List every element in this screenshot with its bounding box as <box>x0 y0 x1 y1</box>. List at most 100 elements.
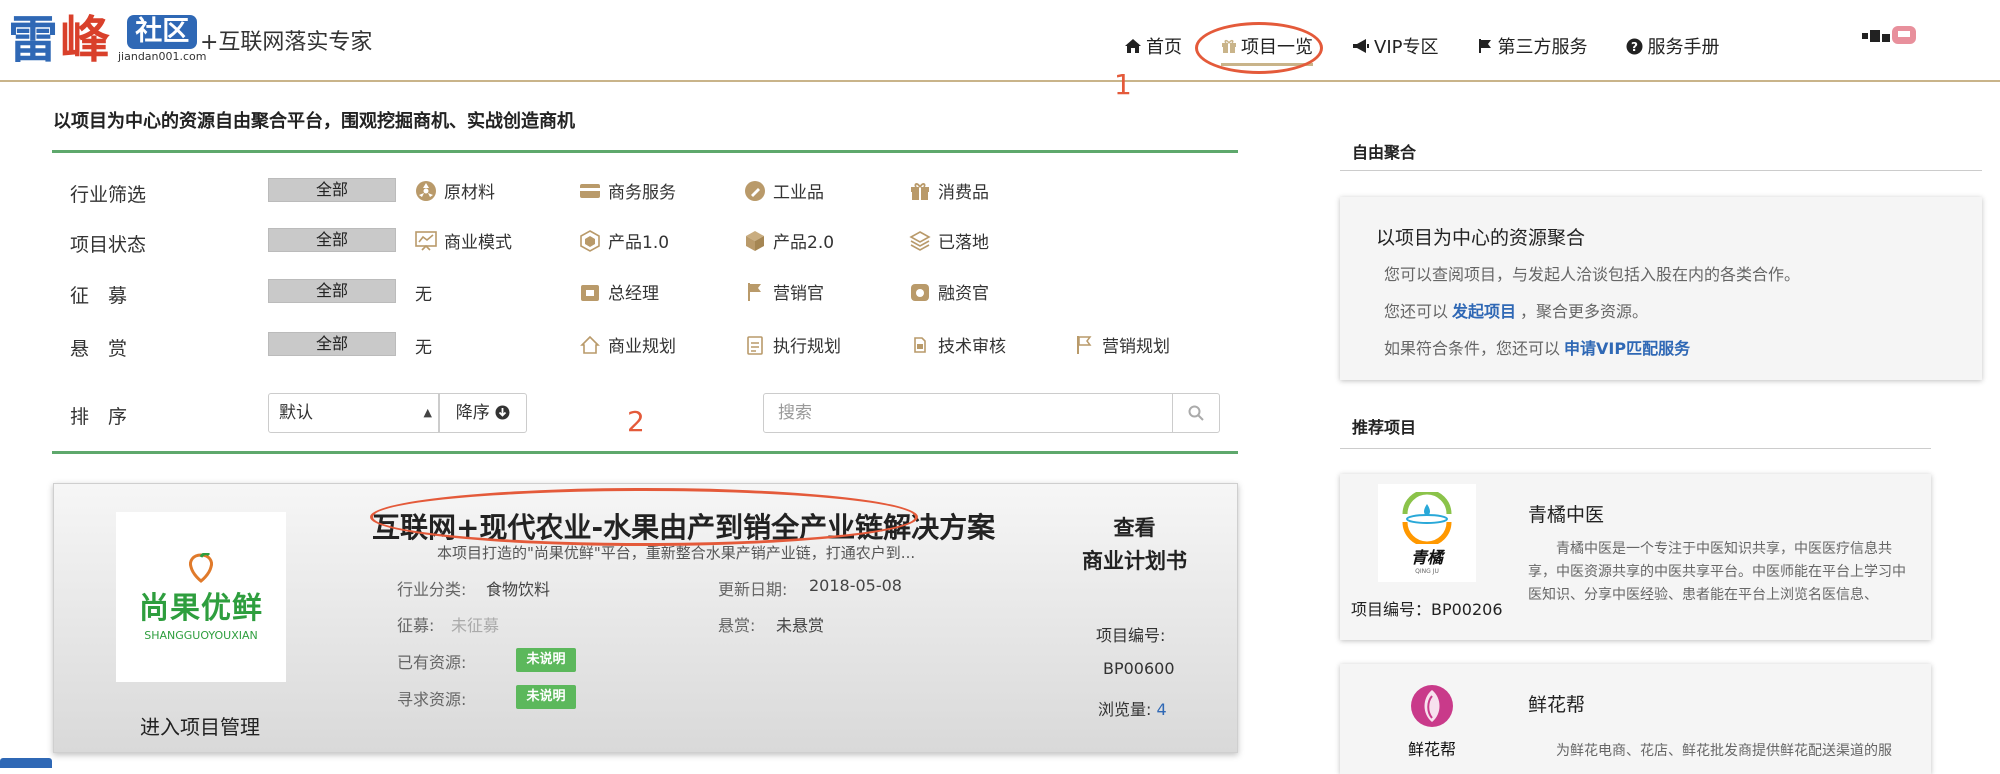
filter-status-p2[interactable]: 产品2.0 <box>743 228 834 253</box>
rec1-logo-text: 青橘 <box>1410 547 1443 567</box>
briefcase-icon <box>578 280 602 304</box>
filter-reward-none[interactable]: 无 <box>415 333 432 358</box>
fruit-logo-icon <box>189 552 213 583</box>
filter-industry-raw[interactable]: 原材料 <box>414 178 495 203</box>
nav-manual[interactable]: ? 服务手册 <box>1626 33 1719 59</box>
line2-prefix: 您还可以 <box>1384 302 1449 321</box>
filter-industry-all[interactable]: 全部 <box>268 178 396 202</box>
sort-order-label: 降序 <box>455 403 490 423</box>
filter-recruit-finance-label: 融资官 <box>938 284 989 304</box>
flag-icon <box>743 280 767 304</box>
project-code-value: BP00600 <box>1103 659 1175 678</box>
updown-arrow-icon: ▲ <box>423 406 432 419</box>
filter-recruit-gm-label: 总经理 <box>608 284 659 304</box>
layers-icon <box>908 229 932 253</box>
nav-third-party-label: 第三方服务 <box>1497 37 1588 58</box>
filter-recruit-all[interactable]: 全部 <box>268 279 396 303</box>
filter-industry-business[interactable]: 商务服务 <box>578 178 676 203</box>
nav-vip[interactable]: VIP专区 <box>1352 33 1438 59</box>
rec1-desc: 青橘中医是一个专注于中医知识共享，中医医疗信息共享，中医资源共享的中医共享平台。… <box>1528 541 1906 603</box>
industry-value: 食物饮料 <box>486 580 551 599</box>
aggregate-panel-line2: 您还可以 发起项目 ，聚合更多资源。 <box>1384 298 1648 322</box>
filter-status-landed[interactable]: 已落地 <box>908 228 989 253</box>
filter-reward-mktplan[interactable]: 营销规划 <box>1072 332 1170 357</box>
filter-recruit-none[interactable]: 无 <box>415 280 432 305</box>
industry-key: 行业分类: <box>397 580 467 599</box>
file-icon <box>908 333 932 357</box>
clipboard-icon <box>743 333 767 357</box>
reward-key: 悬赏: <box>718 616 756 635</box>
nav-home[interactable]: 首页 <box>1124 33 1182 59</box>
filter-label-industry: 行业筛选 <box>70 184 147 206</box>
recommended-project-2[interactable]: 鲜花帮 鲜花帮 为鲜花电商、花店、鲜花批发商提供鲜花配送渠道的服 <box>1340 664 1931 774</box>
cubes-icon <box>578 229 602 253</box>
filter-label-reward: 悬 赏 <box>70 338 128 360</box>
recommended-project-1[interactable]: 青橘 QING JU 青橘中医 青橘中医是一个专注于中医知识共享，中医医疗信息共… <box>1340 474 1931 640</box>
search-input[interactable]: 搜索 <box>763 393 1173 433</box>
credit-card-icon <box>578 179 602 203</box>
filter-industry-industrial-label: 工业品 <box>773 183 824 203</box>
filter-label-recruit: 征 募 <box>70 285 128 307</box>
filter-reward-techreview[interactable]: 技术审核 <box>908 332 1006 357</box>
sort-select[interactable]: 默认 ▲ <box>268 393 439 433</box>
filter-reward-all[interactable]: 全部 <box>268 332 396 356</box>
rec2-desc: 为鲜花电商、花店、鲜花批发商提供鲜花配送渠道的服 <box>1556 743 1892 759</box>
filter-status-model-label: 商业模式 <box>444 233 512 253</box>
enter-project-management-link[interactable]: 进入项目管理 <box>140 711 260 740</box>
site-slogan: +互联网落实专家 <box>200 30 373 55</box>
rec2-name[interactable]: 鲜花帮 <box>1528 690 1585 717</box>
nav-manual-label: 服务手册 <box>1647 37 1720 58</box>
filter-reward-bizplan[interactable]: 商业规划 <box>578 332 676 357</box>
sort-order-button[interactable]: 降序 <box>439 393 527 433</box>
launch-project-link[interactable]: 发起项目 <box>1452 302 1516 321</box>
rec1-name[interactable]: 青橘中医 <box>1528 500 1604 527</box>
filter-status-p1[interactable]: 产品1.0 <box>578 228 669 253</box>
update-date-key: 更新日期: <box>718 580 788 599</box>
filter-reward-bizplan-label: 商业规划 <box>608 337 676 357</box>
filter-recruit-finance[interactable]: 融资官 <box>908 279 989 304</box>
logo-shequ: 社区 <box>127 15 198 49</box>
project-logo[interactable]: 尚果优鲜 SHANGGUOYOUXIAN <box>116 512 286 682</box>
question-circle-icon: ? <box>1626 38 1643 54</box>
search-button[interactable] <box>1172 393 1220 433</box>
filter-industry-industrial[interactable]: 工业品 <box>743 178 824 203</box>
reward-value: 未悬赏 <box>776 616 825 635</box>
filter-bottom-divider <box>52 451 1238 454</box>
filter-status-model[interactable]: 商业模式 <box>414 228 512 253</box>
filter-status-all[interactable]: 全部 <box>268 228 396 252</box>
filter-reward-execplan-label: 执行规划 <box>773 337 841 357</box>
top-header: 雷 峰 社区 jiandan001.com +互联网落实专家 首页 项目一览 V… <box>0 0 2000 82</box>
views-value: 4 <box>1156 700 1167 719</box>
filter-status-p1-label: 产品1.0 <box>608 233 670 253</box>
line2-suffix: ，聚合更多资源。 <box>1520 302 1649 321</box>
filter-reward-execplan[interactable]: 执行规划 <box>743 332 841 357</box>
filter-recruit-marketing[interactable]: 营销官 <box>743 279 824 304</box>
nav-third-party[interactable]: 第三方服务 <box>1477 33 1587 59</box>
logo-char-lei: 雷 <box>8 11 60 69</box>
cube-icon <box>743 229 767 253</box>
filter-industry-raw-label: 原材料 <box>444 183 495 203</box>
rec2-logo: 鲜花帮 <box>1394 682 1470 760</box>
aggregate-panel-line3: 如果符合条件，您还可以 申请VIP匹配服务 <box>1384 335 1694 359</box>
chart-board-icon <box>414 229 438 253</box>
site-logo[interactable]: 雷 峰 社区 jiandan001.com <box>8 12 207 68</box>
annotation-number-2: 2 <box>627 405 645 438</box>
bottom-left-widget[interactable] <box>0 758 52 768</box>
filter-reward-techreview-label: 技术审核 <box>938 337 1006 357</box>
filter-top-divider <box>52 150 1238 153</box>
search-icon <box>1188 405 1204 421</box>
rec1-logo-sub: QING JU <box>1415 567 1439 575</box>
filter-label-status: 项目状态 <box>70 234 147 256</box>
filter-industry-consumer[interactable]: 消费品 <box>908 178 989 203</box>
aggregate-panel-title: 以项目为中心的资源聚合 <box>1376 227 1586 249</box>
view-business-plan-link[interactable]: 查看 商业计划书 <box>1082 512 1187 578</box>
rec2-logo-text: 鲜花帮 <box>1407 740 1456 759</box>
sidebar-divider-1 <box>1340 170 1982 171</box>
nav-vip-label: VIP专区 <box>1374 37 1439 58</box>
filter-recruit-gm[interactable]: 总经理 <box>578 279 659 304</box>
flower-logo-icon <box>1411 685 1453 727</box>
view-business-plan-line2: 商业计划书 <box>1082 549 1187 573</box>
user-avatar[interactable] <box>1862 24 1946 46</box>
line3-prefix: 如果符合条件，您还可以 <box>1384 339 1561 358</box>
apply-vip-link[interactable]: 申请VIP匹配服务 <box>1564 339 1690 358</box>
